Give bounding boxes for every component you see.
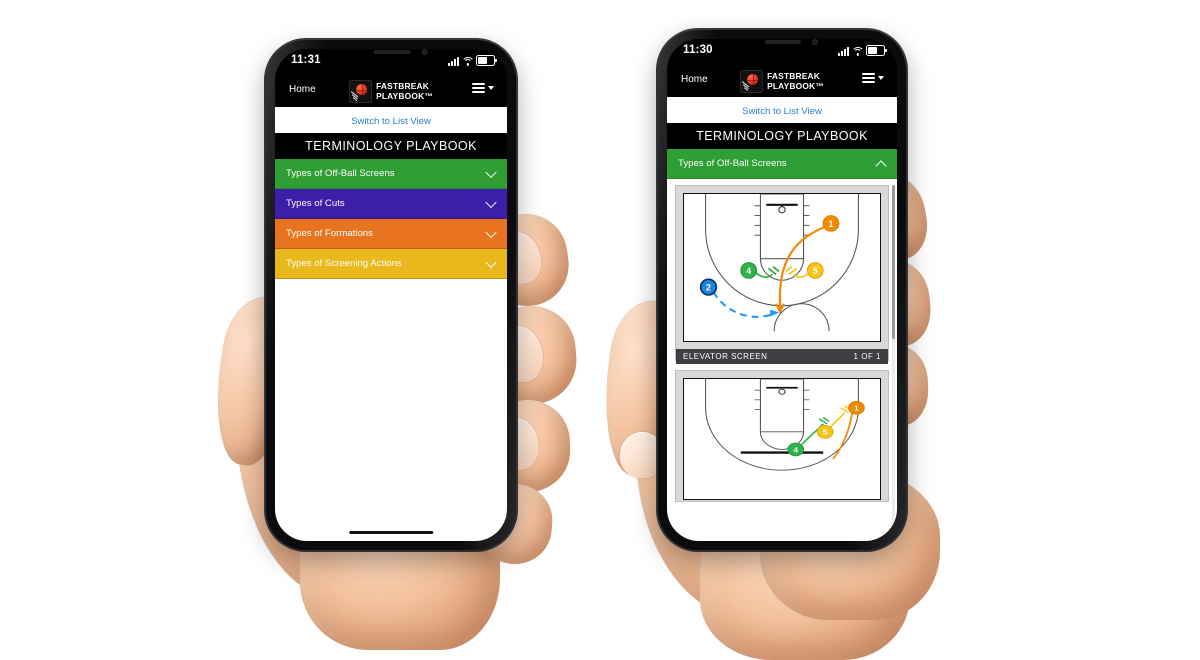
signal-bars-icon (838, 47, 849, 56)
chevron-down-icon (488, 86, 494, 91)
earpiece-speaker-icon (765, 40, 802, 44)
chevron-down-icon (485, 166, 497, 178)
status-time: 11:30 (683, 44, 713, 56)
svg-text:4: 4 (793, 446, 798, 454)
left-app-header: Home FASTBREAK PLAYBOOK™ (275, 75, 507, 107)
hamburger-menu-icon[interactable] (862, 73, 884, 84)
accordion-label: Types of Cuts (286, 198, 345, 209)
home-link[interactable]: Home (289, 84, 316, 95)
svg-text:4: 4 (746, 266, 751, 276)
front-camera-icon (421, 49, 428, 55)
svg-text:2: 2 (706, 283, 711, 293)
right-status-bar: 11:30 (667, 39, 897, 65)
accordion-label: Types of Off-Ball Screens (678, 158, 787, 169)
chevron-down-icon (878, 76, 884, 81)
diagram-caption: ELEVATOR SCREEN (683, 352, 768, 361)
battery-icon (476, 55, 497, 66)
court-svg: 1 2 4 5 (684, 193, 880, 341)
basketball-court: 1 5 4 (683, 378, 881, 500)
status-time: 11:31 (291, 54, 321, 66)
brand-line-2: PLAYBOOK™ (767, 80, 824, 91)
front-camera-icon (811, 39, 818, 45)
basketball-court: 1 2 4 5 (683, 193, 881, 342)
signal-bars-icon (448, 57, 459, 66)
chevron-down-icon (485, 256, 497, 268)
chevron-down-icon (485, 196, 497, 208)
brand-logo[interactable]: FASTBREAK PLAYBOOK™ (740, 70, 824, 93)
page-title: TERMINOLOGY PLAYBOOK (275, 133, 507, 159)
accordion-list: Types of Off-Ball Screens Types of Cuts … (275, 159, 507, 279)
left-empty-content-area (275, 279, 507, 541)
svg-text:5: 5 (823, 428, 828, 436)
right-notch (729, 39, 835, 52)
right-app-header: Home FASTBREAK PLAYBOOK™ (667, 65, 897, 97)
earpiece-speaker-icon (373, 50, 411, 54)
brand-text: FASTBREAK PLAYBOOK™ (767, 71, 824, 91)
status-indicators (448, 55, 497, 66)
accordion-label: Types of Off-Ball Screens (286, 168, 395, 179)
diagram-scroll-area[interactable]: 1 2 4 5 ELEVATOR SCREEN 1 OF 1 1 5 4 (667, 179, 897, 541)
brand-text: FASTBREAK PLAYBOOK™ (376, 81, 433, 101)
brand-logo[interactable]: FASTBREAK PLAYBOOK™ (349, 80, 433, 103)
chevron-down-icon (485, 226, 497, 238)
accordion-cuts[interactable]: Types of Cuts (275, 189, 507, 219)
switch-to-list-view-link[interactable]: Switch to List View (742, 106, 822, 117)
court-svg: 1 5 4 (684, 378, 880, 499)
play-diagram-card[interactable]: 1 5 4 (675, 370, 889, 502)
accordion-off-ball-screens[interactable]: Types of Off-Ball Screens (667, 149, 897, 179)
brand-line-2: PLAYBOOK™ (376, 90, 433, 101)
play-diagram-card[interactable]: 1 2 4 5 ELEVATOR SCREEN 1 OF 1 (675, 185, 889, 364)
accordion-off-ball-screens[interactable]: Types of Off-Ball Screens (275, 159, 507, 189)
left-status-bar: 11:31 (275, 49, 507, 75)
vertical-scrollbar[interactable] (892, 185, 895, 535)
switch-to-list-view-link[interactable]: Switch to List View (351, 116, 431, 127)
page-title: TERMINOLOGY PLAYBOOK (667, 123, 897, 149)
wifi-icon (851, 47, 864, 56)
switch-to-list-view-bar[interactable]: Switch to List View (667, 97, 897, 123)
right-phone-screen[interactable]: 11:30 Home FASTBREAK PLAYBOOK™ Switch to… (667, 39, 897, 541)
accordion-label: Types of Formations (286, 228, 373, 239)
diagram-caption-bar: ELEVATOR SCREEN 1 OF 1 (676, 349, 888, 364)
svg-text:1: 1 (829, 219, 834, 229)
switch-to-list-view-bar[interactable]: Switch to List View (275, 107, 507, 133)
accordion-formations[interactable]: Types of Formations (275, 219, 507, 249)
right-phone[interactable]: 11:30 Home FASTBREAK PLAYBOOK™ Switch to… (658, 30, 906, 550)
left-notch (337, 49, 445, 62)
basketball-logo-icon (349, 80, 373, 103)
chevron-up-icon (875, 159, 887, 172)
promo-scene: 11:31 Home FASTBREAK PLAYBOOK™ Switch to… (0, 0, 1200, 660)
accordion-screening-actions[interactable]: Types of Screening Actions (275, 249, 507, 279)
basketball-logo-icon (740, 70, 764, 93)
svg-text:5: 5 (813, 266, 818, 276)
left-phone-screen[interactable]: 11:31 Home FASTBREAK PLAYBOOK™ Switch to… (275, 49, 507, 541)
status-indicators (838, 45, 887, 56)
battery-icon (866, 45, 887, 56)
home-link[interactable]: Home (681, 74, 708, 85)
left-phone[interactable]: 11:31 Home FASTBREAK PLAYBOOK™ Switch to… (266, 40, 516, 550)
accordion-label: Types of Screening Actions (286, 258, 402, 269)
home-indicator[interactable] (349, 530, 433, 534)
hamburger-menu-icon[interactable] (472, 83, 494, 94)
diagram-counter: 1 OF 1 (853, 352, 881, 361)
svg-text:1: 1 (854, 404, 859, 412)
wifi-icon (461, 57, 474, 66)
